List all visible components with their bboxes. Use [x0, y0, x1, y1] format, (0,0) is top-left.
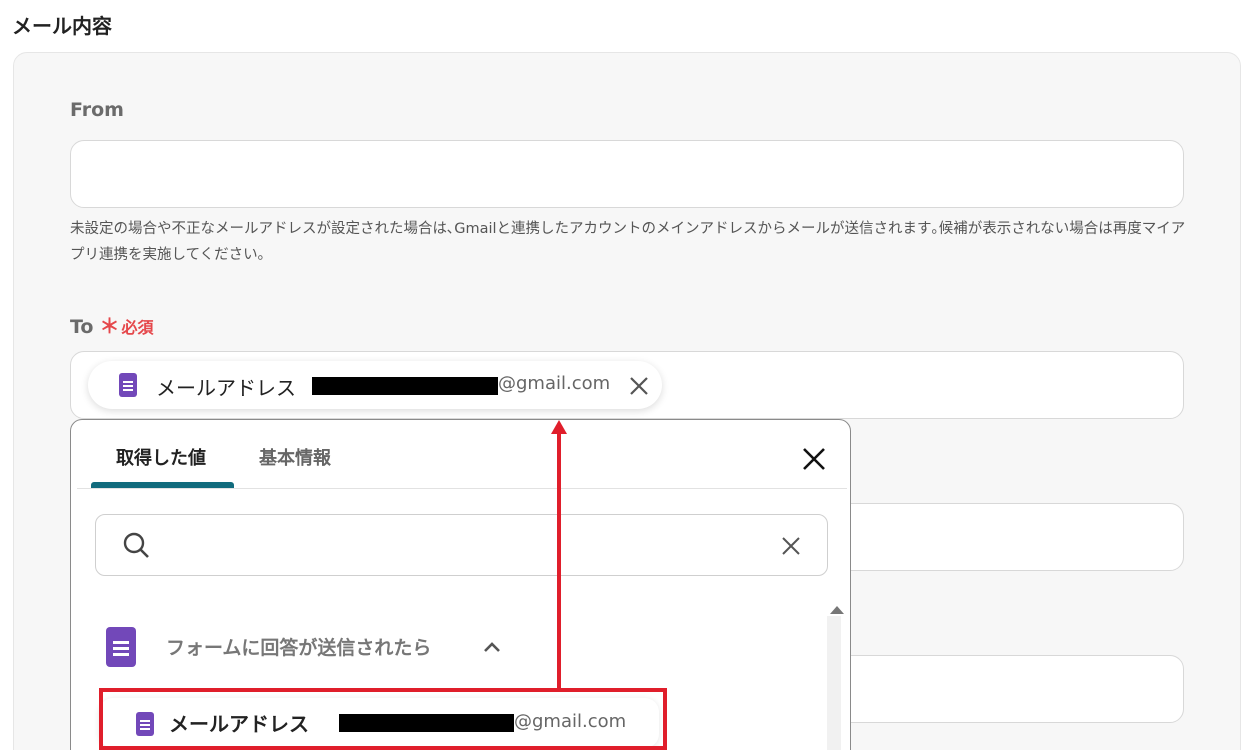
section-title: メール内容 — [12, 14, 112, 38]
to-label: To — [70, 316, 94, 338]
scroll-up-arrow-icon[interactable] — [830, 606, 844, 614]
from-hint: 未設定の場合や不正なメールアドレスが設定された場合は､Gmailと連携したアカウ… — [70, 221, 1186, 263]
chip-email-domain: @gmail.com — [498, 373, 611, 394]
chevron-up-icon[interactable] — [482, 639, 502, 655]
close-icon[interactable] — [801, 446, 827, 472]
from-label: From — [70, 99, 124, 121]
tab-basic-info[interactable]: 基本情報 — [259, 444, 331, 470]
group-label: フォームに回答が送信されたら — [166, 637, 432, 659]
from-input[interactable] — [70, 140, 1184, 208]
search-icon — [123, 532, 149, 558]
remove-chip-icon[interactable] — [628, 375, 650, 397]
google-forms-icon — [106, 627, 136, 667]
required-asterisk: ＊ — [99, 314, 120, 338]
search-input[interactable] — [95, 514, 828, 576]
annotation-arrow-head-icon — [551, 420, 567, 434]
chip-label: メールアドレス — [156, 376, 296, 400]
trigger-group-form-submitted[interactable]: フォームに回答が送信されたら — [104, 625, 524, 669]
annotation-highlight-box — [99, 688, 667, 750]
scrollbar[interactable] — [827, 616, 841, 750]
to-value-chip[interactable]: メールアドレス @gmail.com — [88, 361, 662, 409]
required-text: 必須 — [121, 318, 154, 337]
google-forms-icon — [119, 373, 137, 397]
annotation-arrow-line — [557, 432, 561, 690]
redacted-email-local-part — [312, 377, 498, 395]
tab-acquired-values[interactable]: 取得した値 — [116, 444, 206, 470]
tabs-divider — [77, 488, 847, 489]
clear-search-icon[interactable] — [780, 535, 802, 557]
to-label-row: To ＊必須 — [70, 310, 154, 339]
